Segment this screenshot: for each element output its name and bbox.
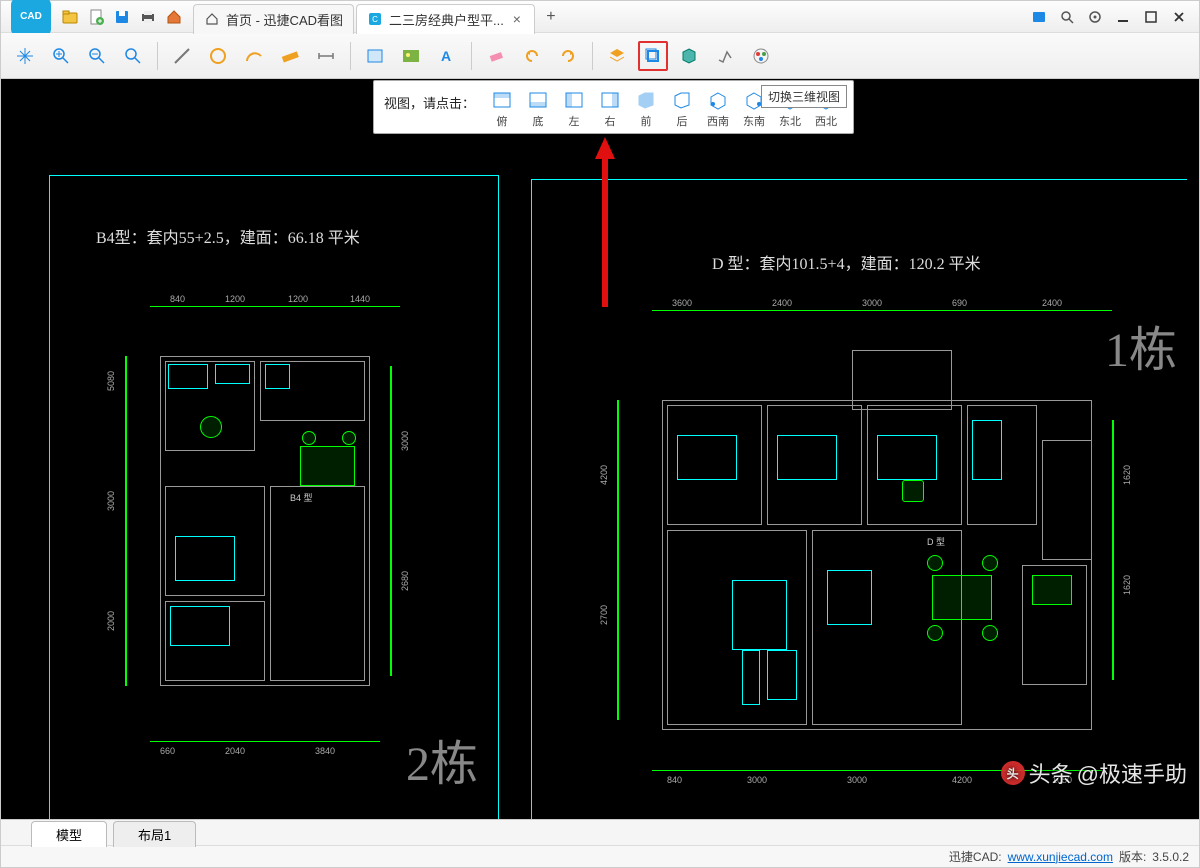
settings-button[interactable] <box>1083 5 1107 29</box>
view-top-button[interactable]: 俯 <box>485 87 519 131</box>
view-3d-button[interactable] <box>638 41 668 71</box>
image-tool-button[interactable] <box>396 41 426 71</box>
minimize-button[interactable] <box>1111 5 1135 29</box>
status-brand: 迅捷CAD: <box>949 848 1002 865</box>
view-right-button[interactable]: 右 <box>593 87 627 131</box>
view-popup: 视图，请点击： 俯 底 左 右 前 后 西南 东南 东北 西北 切换三维视图 <box>373 80 854 134</box>
maximize-button[interactable] <box>1139 5 1163 29</box>
new-file-button[interactable] <box>85 6 107 28</box>
layout1-tab[interactable]: 布局1 <box>113 821 196 847</box>
undo-button[interactable] <box>517 41 547 71</box>
view-back-button[interactable]: 后 <box>665 87 699 131</box>
svg-text:C: C <box>372 15 378 24</box>
status-bar: 迅捷CAD: www.xunjiecad.com 版本: 3.5.0.2 <box>1 845 1199 867</box>
plan-right-title: D 型：套内101.5+4，建面：120.2 平米 <box>712 250 981 274</box>
search-button[interactable] <box>1055 5 1079 29</box>
building-label-left: 2栋 <box>406 724 478 794</box>
document-icon: C <box>367 11 383 27</box>
arc-tool-button[interactable] <box>239 41 269 71</box>
tab-doc-label: 二三房经典户型平... <box>389 10 504 29</box>
zoom-in-button[interactable] <box>46 41 76 71</box>
annotation-arrow <box>595 137 615 307</box>
toolbar: A <box>1 33 1199 79</box>
document-tab[interactable]: C 二三房经典户型平... × <box>356 4 535 34</box>
eraser-button[interactable] <box>481 41 511 71</box>
view-sw-button[interactable]: 西南 <box>701 87 735 131</box>
render-button[interactable] <box>710 41 740 71</box>
titlebar: CAD 首页 - 迅捷CAD看图 C 二三房经典户型平... × + <box>1 1 1199 33</box>
pan-button[interactable] <box>10 41 40 71</box>
status-version: 3.5.0.2 <box>1152 850 1189 864</box>
add-tab-button[interactable]: + <box>537 3 565 31</box>
view-tooltip: 切换三维视图 <box>761 85 847 108</box>
home-shortcut-button[interactable] <box>163 6 185 28</box>
building-label-right: 1栋 <box>1105 310 1177 380</box>
app-logo: CAD <box>5 0 57 37</box>
plan-frame-right: D 型：套内101.5+4，建面：120.2 平米 3600 2400 3000… <box>531 179 1187 819</box>
view-bottom-button[interactable]: 底 <box>521 87 555 131</box>
layer-button[interactable] <box>602 41 632 71</box>
color-button[interactable] <box>746 41 776 71</box>
drawing-canvas[interactable]: 视图，请点击： 俯 底 左 右 前 后 西南 东南 东北 西北 切换三维视图 B… <box>1 79 1199 819</box>
view-left-button[interactable]: 左 <box>557 87 591 131</box>
zoom-extents-button[interactable] <box>118 41 148 71</box>
view-popup-label: 视图，请点击： <box>384 87 475 112</box>
view-front-button[interactable]: 前 <box>629 87 663 131</box>
status-version-label: 版本: <box>1119 848 1146 865</box>
home-icon <box>204 11 220 27</box>
measure-button[interactable] <box>275 41 305 71</box>
plan-frame-left: B4型：套内55+2.5，建面：66.18 平米 840 1200 1200 1… <box>49 175 499 819</box>
redo-button[interactable] <box>553 41 583 71</box>
plan-left-title: B4型：套内55+2.5，建面：66.18 平米 <box>96 224 360 248</box>
dimension-button[interactable] <box>311 41 341 71</box>
line-tool-button[interactable] <box>167 41 197 71</box>
zoom-out-button[interactable] <box>82 41 112 71</box>
open-file-button[interactable] <box>59 6 81 28</box>
window-tool-button[interactable] <box>360 41 390 71</box>
home-tab[interactable]: 首页 - 迅捷CAD看图 <box>193 4 354 34</box>
model-tab[interactable]: 模型 <box>31 821 107 847</box>
save-button[interactable] <box>111 6 133 28</box>
layout-tabs: 模型 布局1 <box>1 819 1199 845</box>
print-button[interactable] <box>137 6 159 28</box>
close-window-button[interactable] <box>1167 5 1191 29</box>
svg-text:A: A <box>441 48 451 64</box>
text-tool-button[interactable]: A <box>432 41 462 71</box>
tab-home-label: 首页 - 迅捷CAD看图 <box>226 10 343 29</box>
status-url[interactable]: www.xunjiecad.com <box>1008 850 1113 864</box>
close-tab-button[interactable]: × <box>510 12 524 26</box>
skin-button[interactable] <box>1027 5 1051 29</box>
watermark: 头 头条 @极速手助 <box>1001 757 1187 789</box>
circle-tool-button[interactable] <box>203 41 233 71</box>
cube-view-button[interactable] <box>674 41 704 71</box>
